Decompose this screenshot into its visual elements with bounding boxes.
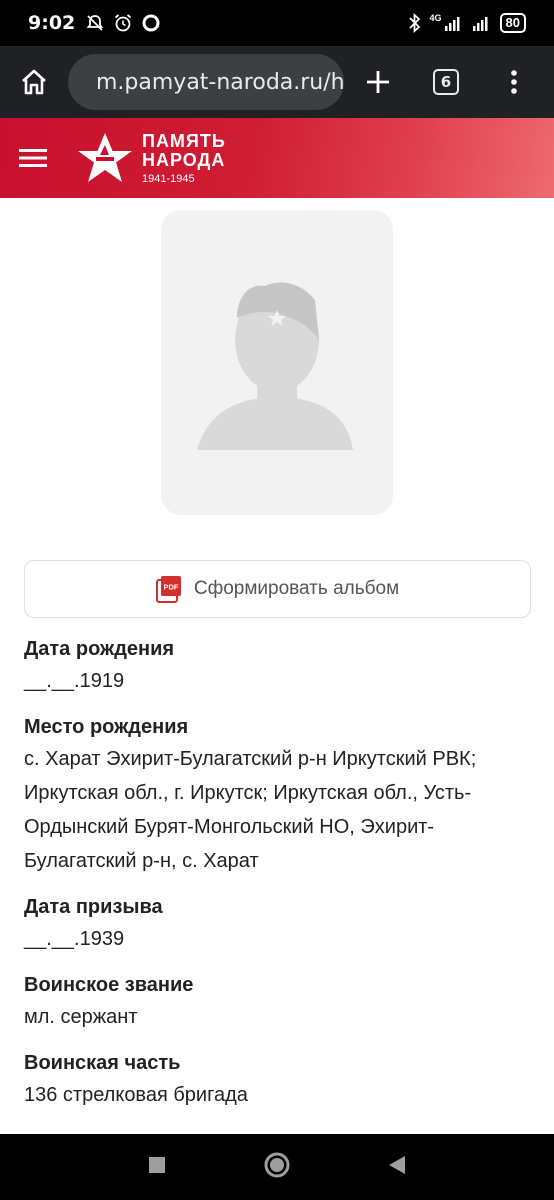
bluetooth-icon xyxy=(408,13,420,33)
more-vert-icon xyxy=(511,70,517,94)
address-bar[interactable]: m.pamyat-naroda.ru/h xyxy=(68,54,344,110)
battery-indicator: 80 xyxy=(499,13,526,33)
home-icon xyxy=(22,69,46,95)
field-value: __.__.1939 xyxy=(24,928,125,950)
logo-line-1: ПАМЯТЬ xyxy=(142,130,226,151)
hamburger-menu-button[interactable] xyxy=(0,118,66,198)
alarm-icon xyxy=(115,14,132,32)
circle-status-icon xyxy=(142,14,160,32)
browser-toolbar: m.pamyat-naroda.ru/h 6 xyxy=(0,46,554,118)
tabs-button[interactable]: 6 xyxy=(412,46,480,118)
logo-text: ПАМЯТЬ НАРОДА 1941-1945 xyxy=(142,130,226,185)
home-button[interactable] xyxy=(0,46,68,118)
page-content: PDF Сформировать альбом Дата рождения __… xyxy=(0,198,554,1134)
field-label: Дата призыва xyxy=(24,896,163,918)
logo-line-2: НАРОДА xyxy=(142,149,226,170)
signal-icon xyxy=(444,17,460,31)
system-nav-bar xyxy=(0,1134,554,1200)
square-icon xyxy=(149,1156,166,1173)
pdf-icon-text: PDF xyxy=(163,583,178,592)
url-text: m.pamyat-naroda.ru/h xyxy=(96,69,344,95)
status-left-icons xyxy=(85,13,161,33)
field-value: мл. сержант xyxy=(24,1006,138,1028)
soldier-silhouette-icon xyxy=(197,282,353,450)
recents-button[interactable] xyxy=(148,1156,166,1179)
plus-icon xyxy=(367,71,389,93)
back-triangle-icon xyxy=(388,1155,405,1174)
site-header: ПАМЯТЬ НАРОДА 1941-1945 xyxy=(0,118,554,198)
field-label: Воинская часть xyxy=(24,1052,181,1074)
person-info: Дата рождения __.__.1919 Место рождения … xyxy=(24,634,534,1126)
field-value: 136 стрелковая бригада xyxy=(24,1084,248,1106)
status-time: 9:02 xyxy=(28,12,76,34)
field-birth-date: Дата рождения __.__.1919 xyxy=(24,634,534,698)
soldier-photo-placeholder xyxy=(161,210,393,515)
field-label: Дата рождения xyxy=(24,638,175,660)
tabs-count: 6 xyxy=(433,69,459,95)
new-tab-button[interactable] xyxy=(344,46,412,118)
field-birth-place: Место рождения с. Харат Эхирит-Булагатск… xyxy=(24,712,534,878)
field-military-rank: Воинское звание мл. сержант xyxy=(24,970,534,1034)
home-nav-button[interactable] xyxy=(263,1151,291,1184)
field-label: Место рождения xyxy=(24,716,189,738)
hamburger-icon xyxy=(19,149,47,167)
status-bar: 9:02 4G 80 xyxy=(0,0,554,46)
field-value: __.__.1919 xyxy=(24,670,125,692)
site-logo[interactable]: ПАМЯТЬ НАРОДА 1941-1945 xyxy=(66,130,226,186)
pdf-icon: PDF xyxy=(155,576,181,603)
back-button[interactable] xyxy=(388,1155,406,1180)
status-right: 4G 80 xyxy=(408,13,526,33)
network-type: 4G xyxy=(429,13,442,23)
logo-years: 1941-1945 xyxy=(142,172,195,185)
circle-icon xyxy=(264,1152,290,1177)
field-label: Воинское звание xyxy=(24,974,194,996)
field-military-unit: Воинская часть 136 стрелковая бригада xyxy=(24,1048,534,1112)
field-conscription-date: Дата призыва __.__.1939 xyxy=(24,892,534,956)
signal-2-icon xyxy=(472,17,488,31)
star-logo-icon xyxy=(78,133,132,182)
menu-button[interactable] xyxy=(480,46,548,118)
create-album-label: Сформировать альбом xyxy=(193,578,400,599)
notifications-muted-icon xyxy=(86,15,104,31)
create-album-button[interactable]: PDF Сформировать альбом xyxy=(24,560,531,618)
field-value: с. Харат Эхирит-Булагатский р-н Иркутски… xyxy=(24,748,477,872)
